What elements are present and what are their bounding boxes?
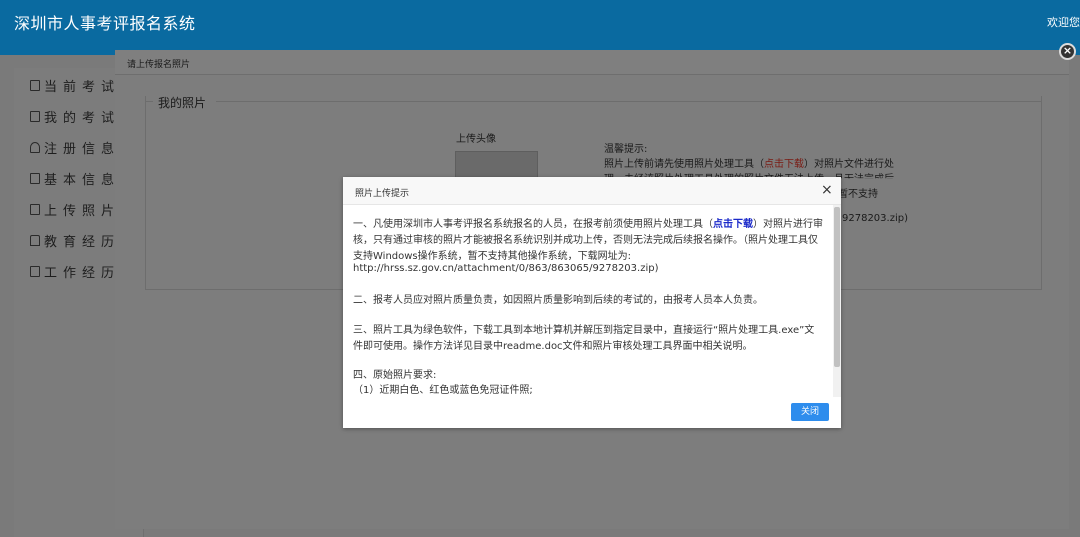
card-icon [30,172,40,184]
popup-text: 核，只有通过审核的照片才能被报名系统识别并成功上传，否则无法完成后续报名操作。（… [353,235,818,246]
popup-text: 件即可使用。操作方法详见目录中readme.doc文件和照片审核处理工具界面中相… [353,341,753,352]
popup-text: （1）近期白色、红色或蓝色免冠证件照; [353,385,533,396]
popup-paragraph-1: 一、凡使用深圳市人事考评报名系统报名的人员，在报考前须使用照片处理工具（点击下载… [353,215,823,230]
tip-title: 温馨提示: [604,144,648,155]
cap-icon [30,234,40,246]
popup-text: 支持Windows操作系统，暂不支持其他操作系统，下载网址为: [353,251,632,262]
fieldset-legend: 我的照片 [158,96,207,110]
sidebar-item-work[interactable]: 工作经历 [30,260,120,282]
dialog-title: 请上传报名照片 [127,60,191,70]
photo-upload-tips-popup: 照片上传提示 × 一、凡使用深圳市人事考评报名系统报名的人员，在报考前须使用照片… [343,177,841,428]
close-button[interactable]: 关闭 [791,403,829,421]
sidebar-item-label: 上传照片 [44,203,121,219]
sidebar-item-my-exam[interactable]: 我的考试 [30,105,120,127]
user-icon [30,141,40,153]
sidebar-item-education[interactable]: 教育经历 [30,229,120,251]
sidebar-item-label: 基本信息 [44,172,121,188]
popup-paragraph-3: 三、照片工具为绿色软件，下载工具到本地计算机并解压到指定目录中，直接运行“照片处… [353,325,815,336]
dialog-header: 请上传报名照片 [115,50,1069,75]
app-title: 深圳市人事考评报名系统 [14,14,196,33]
popup-text: ）对照片进行审 [753,219,823,230]
close-icon[interactable]: × [821,183,833,197]
briefcase-icon [30,265,40,277]
popup-header: 照片上传提示 × [343,177,841,205]
sidebar-item-registration[interactable]: 注册信息 [30,136,120,158]
tip-text: 照片上传前请先使用照片处理工具（点击下载）对照片文件进行处 [604,155,894,170]
scrollbar-thumb[interactable] [834,207,840,367]
top-header: 深圳市人事考评报名系统 欢迎您 [0,0,1080,55]
sidebar-item-label: 我的考试 [44,110,121,126]
sidebar-item-label: 当前考试 [44,79,121,95]
sidebar-item-basic-info[interactable]: 基本信息 [30,167,120,189]
sidebar-item-current-exam[interactable]: 当前考试 [30,74,120,96]
sidebar-item-label: 教育经历 [44,234,121,250]
popup-text: http://hrss.sz.gov.cn/attachment/0/863/8… [353,263,659,274]
sidebar-item-label: 工作经历 [44,265,121,281]
popup-body: 一、凡使用深圳市人事考评报名系统报名的人员，在报考前须使用照片处理工具（点击下载… [343,205,841,397]
sidebar-item-upload-photo[interactable]: 上传照片 [30,198,120,220]
popup-paragraph-4: 四、原始照片要求: [353,370,437,381]
tip-text-part: ）对照片文件进行处 [804,159,894,170]
doc-icon [30,79,40,91]
tip-text-tail: 9278203.zip) [842,213,908,224]
dialog-close-icon[interactable]: × [1059,43,1076,60]
download-link[interactable]: 点击下载 [713,219,753,230]
tip-text-part: 照片上传前请先使用照片处理工具（ [604,159,764,170]
avatar-label: 上传头像 [456,134,496,145]
popup-text: 一、凡使用深圳市人事考评报名系统报名的人员，在报考前须使用照片处理工具（ [353,219,713,230]
tip-download-link[interactable]: 点击下载 [764,159,804,170]
welcome-text: 欢迎您 [1047,16,1080,29]
popup-title: 照片上传提示 [355,189,410,199]
popup-paragraph-2: 二、报考人员应对照片质量负责，如因照片质量影响到后续的考试的，由报考人员本人负责… [353,295,763,306]
doc-icon [30,110,40,122]
image-icon [30,203,40,215]
sidebar-item-label: 注册信息 [44,141,121,157]
